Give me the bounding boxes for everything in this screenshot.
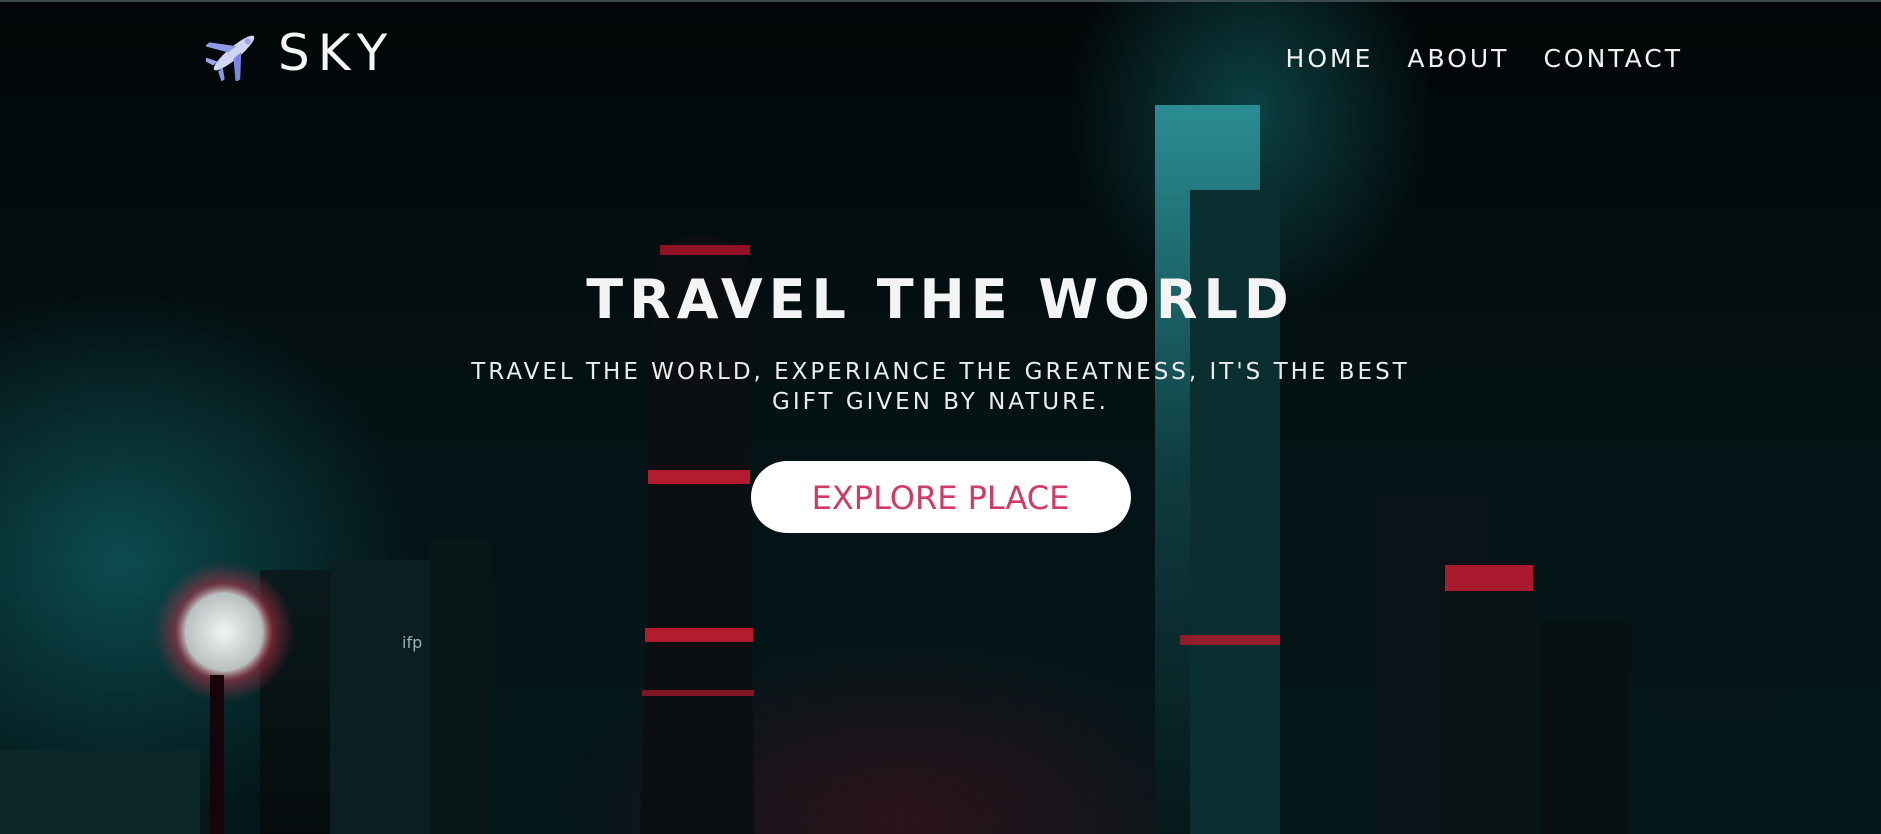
main-nav: HOME ABOUT CONTACT (1286, 44, 1683, 73)
brand-name: SKY (278, 24, 396, 82)
nav-contact-link[interactable]: CONTACT (1543, 44, 1683, 73)
hero-title: TRAVEL THE WORLD (586, 268, 1295, 331)
airplane-icon (206, 25, 262, 81)
hero-content: TRAVEL THE WORLD TRAVEL THE WORLD, EXPER… (0, 268, 1881, 533)
nav-about-link[interactable]: ABOUT (1407, 44, 1509, 73)
hero-section: ifp SKY HOME ABOUT CONTACT TRAVEL THE WO… (0, 0, 1881, 834)
hero-subtitle: TRAVEL THE WORLD, EXPERIANCE THE GREATNE… (471, 359, 1410, 415)
explore-place-button[interactable]: EXPLORE PLACE (750, 461, 1131, 533)
brand-logo[interactable]: SKY (206, 24, 395, 82)
svg-text:ifp: ifp (402, 633, 422, 652)
nav-home-link[interactable]: HOME (1286, 44, 1374, 73)
